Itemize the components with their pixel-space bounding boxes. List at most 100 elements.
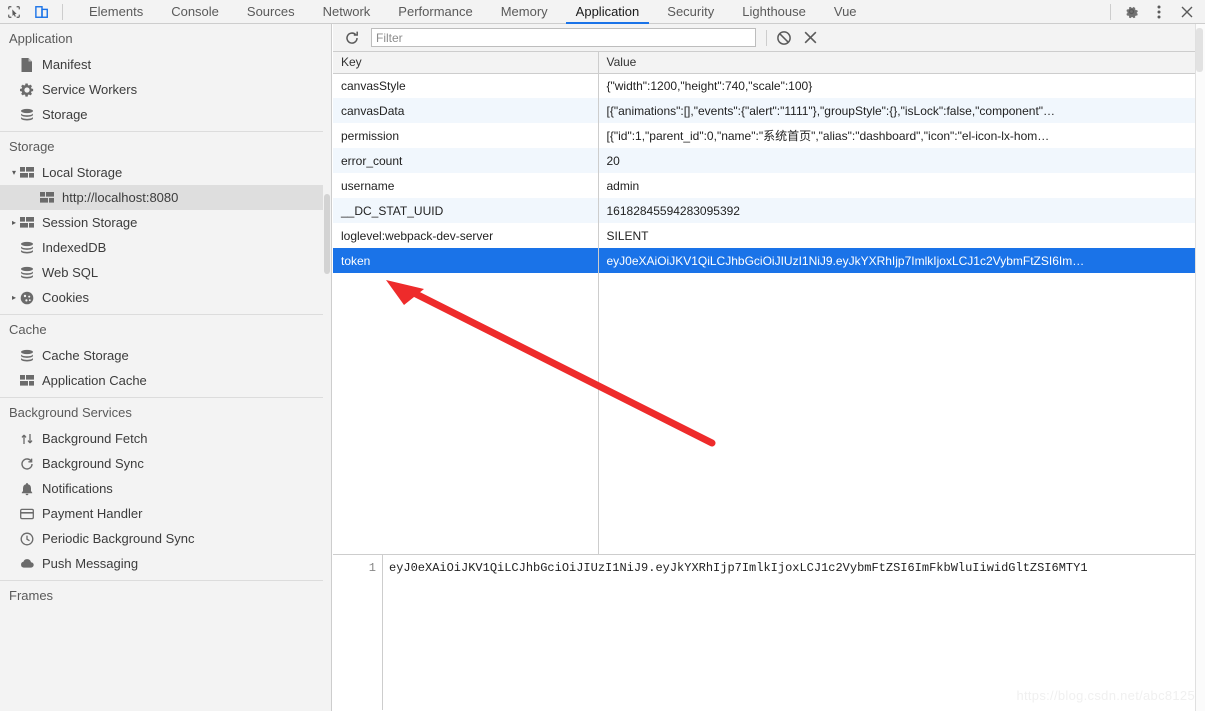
sidebar-section-storage: Storage: [9, 139, 55, 154]
cell-value[interactable]: {"width":1200,"height":740,"scale":100}: [598, 73, 1205, 98]
sidebar-item-indexeddb[interactable]: IndexedDB: [0, 235, 331, 260]
preview-content[interactable]: eyJ0eXAiOiJKV1QiLCJhbGciOiJIUzI1NiJ9.eyJ…: [383, 555, 1205, 710]
sidebar-item-push-messaging[interactable]: Push Messaging: [0, 551, 331, 576]
chevron-right-icon[interactable]: ▸: [8, 293, 20, 302]
cell-value[interactable]: admin: [598, 173, 1205, 198]
tab-application[interactable]: Application: [562, 0, 654, 24]
watermark: https://blog.csdn.net/abc8125: [1016, 688, 1195, 703]
device-toolbar-icon[interactable]: [28, 0, 56, 24]
sidebar-item-manifest[interactable]: Manifest: [0, 52, 331, 77]
sidebar-item-service-workers[interactable]: Service Workers: [0, 77, 331, 102]
cell-value[interactable]: [{"id":1,"parent_id":0,"name":"系统首页","al…: [598, 123, 1205, 148]
sidebar-item-label: Application Cache: [42, 373, 147, 388]
gear-icon: [20, 82, 40, 97]
cell-key[interactable]: loglevel:webpack-dev-server: [333, 223, 599, 248]
tab-elements[interactable]: Elements: [75, 0, 157, 24]
cell-value[interactable]: [{"animations":[],"events":{"alert":"111…: [598, 98, 1205, 123]
tab-performance[interactable]: Performance: [384, 0, 486, 24]
credit-card-icon: [20, 508, 40, 520]
tab-security[interactable]: Security: [653, 0, 728, 24]
sidebar-item-session-storage[interactable]: ▸ Session Storage: [0, 210, 331, 235]
cell-value[interactable]: SILENT: [598, 223, 1205, 248]
delete-selected-icon[interactable]: [797, 25, 823, 51]
kebab-menu-icon[interactable]: [1145, 0, 1173, 24]
cell-key[interactable]: username: [333, 173, 599, 198]
sidebar-item-cookies[interactable]: ▸ Cookies: [0, 285, 331, 310]
cookie-icon: [20, 291, 40, 305]
sidebar-item-label: Manifest: [42, 57, 92, 72]
table-row[interactable]: error_count 20: [333, 148, 1205, 173]
sync-icon: [20, 457, 40, 471]
column-header-key[interactable]: Key: [333, 52, 599, 74]
local-storage-table: Key Value canvasStyle {"width":1200,"hei…: [333, 52, 1205, 273]
sidebar-section-application: Application: [9, 31, 73, 46]
sidebar-section-frames: Frames: [9, 588, 54, 603]
chevron-down-icon[interactable]: ▾: [8, 168, 20, 177]
sidebar-item-label: Push Messaging: [42, 556, 139, 571]
sidebar-item-periodic-background-sync[interactable]: Periodic Background Sync: [0, 526, 331, 551]
cell-value[interactable]: 20: [598, 148, 1205, 173]
cell-key[interactable]: canvasData: [333, 98, 599, 123]
table-icon: [20, 375, 40, 386]
toolbar-divider: [766, 29, 767, 46]
database-icon: [20, 241, 40, 255]
sidebar-section-background-services: Background Services: [9, 405, 132, 420]
table-icon: [20, 217, 40, 228]
table-row[interactable]: canvasData [{"animations":[],"events":{"…: [333, 98, 1205, 123]
table-row-selected[interactable]: token eyJ0eXAiOiJKV1QiLCJhbGciOiJIUzI1Ni…: [333, 248, 1205, 273]
sidebar-scrollbar-thumb[interactable]: [324, 194, 330, 274]
refresh-icon[interactable]: [339, 25, 365, 51]
column-header-value[interactable]: Value: [598, 52, 1205, 74]
tab-vue[interactable]: Vue: [820, 0, 871, 24]
clock-icon: [20, 532, 40, 546]
devtools-window: Elements Console Sources Network Perform…: [0, 0, 1205, 711]
cell-key[interactable]: permission: [333, 123, 599, 148]
panel-scrollbar-thumb[interactable]: [1196, 28, 1203, 72]
sidebar-item-background-sync[interactable]: Background Sync: [0, 451, 331, 476]
clear-all-icon[interactable]: [771, 25, 797, 51]
filter-input[interactable]: [371, 28, 756, 47]
close-icon[interactable]: [1173, 0, 1201, 24]
cell-value[interactable]: eyJ0eXAiOiJKV1QiLCJhbGciOiJIUzI1NiJ9.eyJ…: [598, 248, 1205, 273]
tab-sources[interactable]: Sources: [233, 0, 309, 24]
updown-arrows-icon: [20, 432, 40, 446]
cell-key[interactable]: __DC_STAT_UUID: [333, 198, 599, 223]
inspect-cursor-icon[interactable]: [0, 0, 28, 24]
table-empty-space: [333, 273, 1205, 554]
chevron-right-icon[interactable]: ▸: [8, 218, 20, 227]
sidebar-item-label: Storage: [42, 107, 88, 122]
sidebar-scrollbar[interactable]: [323, 24, 331, 711]
sidebar-item-payment-handler[interactable]: Payment Handler: [0, 501, 331, 526]
table-icon: [20, 167, 40, 178]
table-row[interactable]: username admin: [333, 173, 1205, 198]
cell-value[interactable]: 16182845594283095392: [598, 198, 1205, 223]
database-icon: [20, 349, 40, 363]
sidebar-item-local-storage[interactable]: ▾ Local Storage: [0, 160, 331, 185]
sidebar-item-application-cache[interactable]: Application Cache: [0, 368, 331, 393]
cell-key[interactable]: token: [333, 248, 599, 273]
devtools-toolbar: Elements Console Sources Network Perform…: [0, 0, 1205, 24]
sidebar-item-notifications[interactable]: Notifications: [0, 476, 331, 501]
sidebar-section-cache: Cache: [9, 322, 47, 337]
sidebar-item-cache-storage[interactable]: Cache Storage: [0, 343, 331, 368]
tab-console[interactable]: Console: [157, 0, 233, 24]
table-row[interactable]: permission [{"id":1,"parent_id":0,"name"…: [333, 123, 1205, 148]
panel-scrollbar[interactable]: [1195, 24, 1205, 711]
table-row[interactable]: loglevel:webpack-dev-server SILENT: [333, 223, 1205, 248]
sidebar-item-web-sql[interactable]: Web SQL: [0, 260, 331, 285]
sidebar-item-localhost-origin[interactable]: http://localhost:8080: [0, 185, 331, 210]
sidebar-item-background-fetch[interactable]: Background Fetch: [0, 426, 331, 451]
table-row[interactable]: __DC_STAT_UUID 16182845594283095392: [333, 198, 1205, 223]
cell-key[interactable]: canvasStyle: [333, 73, 599, 98]
tab-memory[interactable]: Memory: [487, 0, 562, 24]
gear-icon[interactable]: [1117, 0, 1145, 24]
sidebar-item-storage[interactable]: Storage: [0, 102, 331, 127]
tab-lighthouse[interactable]: Lighthouse: [728, 0, 820, 24]
tab-network[interactable]: Network: [309, 0, 385, 24]
table-row[interactable]: canvasStyle {"width":1200,"height":740,"…: [333, 73, 1205, 98]
sidebar-item-label: Cookies: [42, 290, 89, 305]
application-sidebar: Application Manifest Service Workers Sto…: [0, 24, 332, 711]
panel-tabs: Elements Console Sources Network Perform…: [75, 0, 871, 24]
cell-key[interactable]: error_count: [333, 148, 599, 173]
sidebar-item-label: http://localhost:8080: [62, 190, 179, 205]
